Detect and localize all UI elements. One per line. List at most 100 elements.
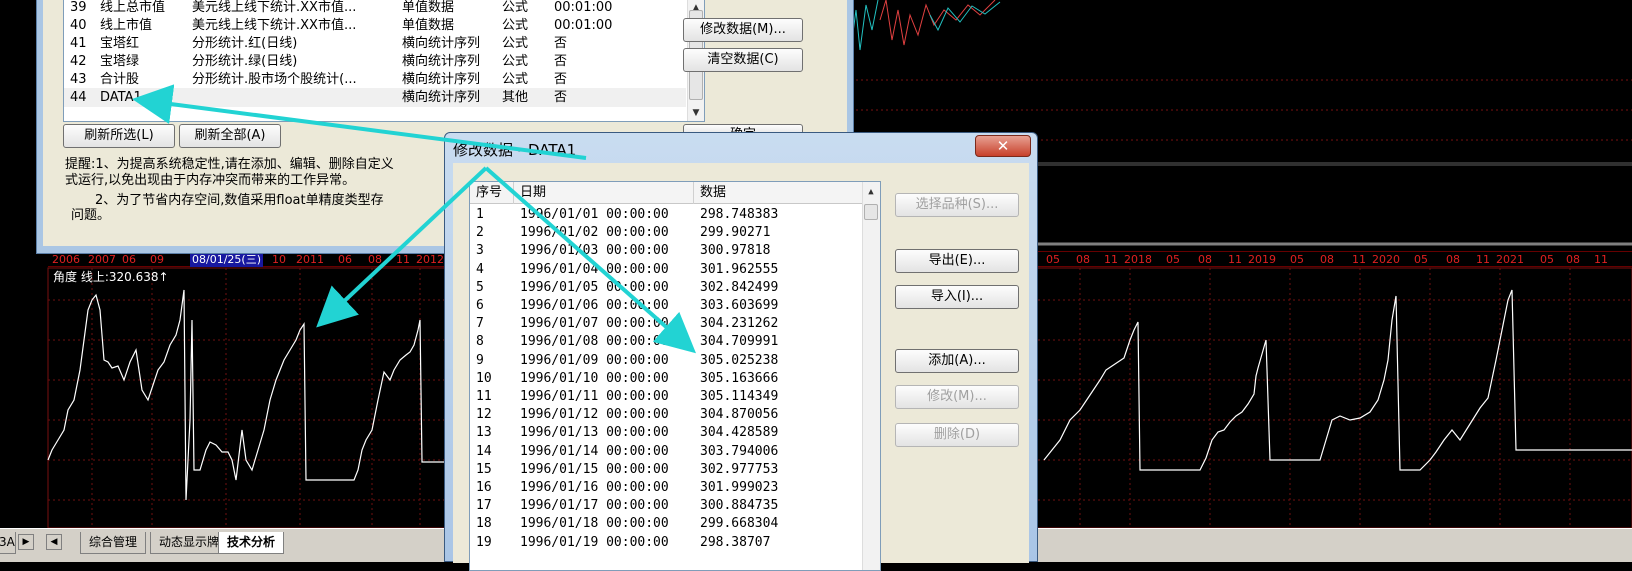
- list-item[interactable]: 44 DATA1 横向统计序列 其他 否: [64, 88, 686, 107]
- refresh-selected-button[interactable]: 刷新所选(L): [63, 124, 175, 148]
- list-cell-src: 其他: [502, 90, 529, 105]
- add-button[interactable]: 添加(A)...: [895, 349, 1019, 373]
- list-item[interactable]: 41 宝塔红 分形统计.红(日线) 横向统计序列 公式 否: [64, 34, 686, 53]
- tab-scroll-right-icon[interactable]: ▶: [18, 534, 34, 550]
- time-axis-label: 05: [1166, 253, 1180, 266]
- import-button[interactable]: 导入(I)...: [895, 285, 1019, 309]
- list-cell-formula: 分形统计.股市场个股统计(...: [192, 72, 357, 87]
- time-axis-label: 2012: [416, 253, 444, 266]
- cell-date: 1996/01/05 00:00:00: [520, 279, 669, 295]
- cell-date: 1996/01/17 00:00:00: [520, 498, 669, 514]
- add-label: 添加(A)...: [928, 353, 986, 368]
- indicator-readout: 角度 线上:320.638↑: [53, 270, 169, 284]
- list-item[interactable]: 40 线上市值 美元线上线下统计.XX市值... 单值数据 公式 00:01:00: [64, 16, 686, 35]
- table-row[interactable]: 8 1996/01/08 00:00:00 304.709991: [470, 333, 864, 351]
- list-cell-no: 40: [70, 18, 87, 33]
- tab-scroll-left-icon[interactable]: ◀: [46, 534, 62, 550]
- cell-date: 1996/01/14 00:00:00: [520, 443, 669, 459]
- custom-data-list[interactable]: ▲ ▼ 39 线上总市值 美元线上线下统计.XX市值... 单值数据 公式 00:01:0…: [63, 0, 705, 122]
- list-cell-src: 公式: [502, 36, 529, 51]
- list-cell-type: 横向统计序列: [402, 54, 481, 69]
- list-cell-formula: 美元线上线下统计.XX市值...: [192, 18, 357, 33]
- cell-no: 1: [476, 207, 484, 222]
- clear-data-button[interactable]: 清空数据(C): [683, 48, 803, 72]
- time-axis-label: 2021: [1496, 253, 1524, 266]
- list-cell-formula: 分形统计.红(日线): [192, 36, 298, 51]
- cell-no: 13: [476, 425, 492, 441]
- table-row[interactable]: 3 1996/01/03 00:00:00 300.97818: [470, 242, 864, 260]
- table-row[interactable]: 12 1996/01/12 00:00:00 304.870056: [470, 406, 864, 424]
- column-header-no[interactable]: 序号: [470, 182, 514, 204]
- list-cell-type: 横向统计序列: [402, 72, 481, 87]
- table-row[interactable]: 6 1996/01/06 00:00:00 303.603699: [470, 297, 864, 315]
- cell-value: 305.025238: [700, 352, 779, 368]
- time-axis-label: 11: [1476, 253, 1490, 266]
- tab-stub[interactable]: 3A: [0, 532, 16, 554]
- cell-date: 1996/01/16 00:00:00: [520, 480, 669, 495]
- tab-technical-analysis[interactable]: 技术分析: [218, 532, 285, 554]
- scroll-down-icon[interactable]: ▼: [688, 105, 704, 121]
- table-row[interactable]: 19 1996/01/19 00:00:00 298.38707: [470, 534, 864, 552]
- grid-header: 序号 日期 数据: [470, 182, 864, 204]
- scroll-up-icon[interactable]: ▲: [863, 184, 879, 200]
- list-item[interactable]: 43 合计股 分形统计.股市场个股统计(... 横向统计序列 公式 否: [64, 70, 686, 89]
- list-cell-time: 00:01:00: [554, 18, 613, 33]
- table-row[interactable]: 14 1996/01/14 00:00:00 303.794006: [470, 443, 864, 461]
- cell-date: 1996/01/18 00:00:00: [520, 516, 669, 532]
- cell-no: 12: [476, 407, 492, 423]
- table-row[interactable]: 11 1996/01/11 00:00:00 305.114349: [470, 388, 864, 406]
- table-row[interactable]: 7 1996/01/07 00:00:00 304.231262: [470, 315, 864, 333]
- time-axis-label: 2007: [88, 253, 116, 266]
- table-row[interactable]: 17 1996/01/17 00:00:00 300.884735: [470, 497, 864, 515]
- top-grid: [856, 79, 1632, 141]
- table-row[interactable]: 4 1996/01/04 00:00:00 301.962555: [470, 261, 864, 279]
- column-header-date[interactable]: 日期: [514, 182, 694, 204]
- scroll-thumb[interactable]: [864, 204, 878, 220]
- refresh-all-button[interactable]: 刷新全部(A): [179, 124, 281, 148]
- tab-dynamic-board[interactable]: 动态显示牌: [150, 532, 229, 554]
- table-row[interactable]: 10 1996/01/10 00:00:00 305.163666: [470, 370, 864, 388]
- table-row[interactable]: 2 1996/01/02 00:00:00 299.90271: [470, 224, 864, 242]
- cell-no: 14: [476, 443, 492, 459]
- note-line-2: 式运行,以免出现由于内存冲突而带来的工作异常。: [65, 173, 356, 188]
- data-grid[interactable]: 序号 日期 数据 ▲ 1 1996/01/01 00:00:00 298.74838…: [469, 181, 881, 571]
- delete-button[interactable]: 删除(D): [895, 423, 1019, 447]
- time-axis-label: 05: [1290, 253, 1304, 266]
- cell-no: 11: [476, 389, 492, 404]
- table-row[interactable]: 1 1996/01/01 00:00:00 298.748383: [470, 206, 864, 224]
- cell-value: 299.668304: [700, 516, 779, 532]
- list-cell-time: 否: [554, 72, 568, 87]
- tab-overview[interactable]: 综合管理: [80, 532, 147, 554]
- modify-data-dialog: 修改数据 - DATA1 ✕ 序号 日期 数据 ▲ 1 1996/01/01 00…: [444, 132, 1038, 571]
- note-line-4: 问题。: [71, 208, 111, 223]
- time-axis-label: 2020: [1372, 253, 1400, 266]
- cell-no: 9: [476, 352, 484, 368]
- table-row[interactable]: 9 1996/01/09 00:00:00 305.025238: [470, 352, 864, 370]
- grid-scrollbar[interactable]: ▲: [862, 182, 880, 570]
- list-cell-no: 42: [70, 54, 87, 69]
- list-item[interactable]: 39 线上总市值 美元线上线下统计.XX市值... 单值数据 公式 00:01:00: [64, 0, 686, 17]
- indicator-line-left: [47, 289, 446, 501]
- time-axis-label: 06: [122, 253, 136, 266]
- time-axis-label: 11: [1104, 253, 1118, 266]
- time-axis-label: 08: [1446, 253, 1460, 266]
- modify-data-button[interactable]: 修改数据(M)...: [683, 18, 803, 42]
- table-row[interactable]: 13 1996/01/13 00:00:00 304.428589: [470, 424, 864, 442]
- dialog-title: 修改数据 - DATA1: [453, 141, 577, 159]
- select-instrument-button[interactable]: 选择品种(S)...: [895, 193, 1019, 217]
- table-row[interactable]: 15 1996/01/15 00:00:00 302.977753: [470, 461, 864, 479]
- time-axis-label: 10: [272, 253, 286, 266]
- cell-date: 1996/01/11 00:00:00: [520, 389, 669, 404]
- list-cell-src: 公式: [502, 18, 529, 33]
- table-row[interactable]: 5 1996/01/05 00:00:00 302.842499: [470, 279, 864, 297]
- list-item[interactable]: 42 宝塔绿 分形统计.绿(日线) 横向统计序列 公式 否: [64, 52, 686, 71]
- modify-button[interactable]: 修改(M)...: [895, 385, 1019, 409]
- cell-no: 17: [476, 498, 492, 514]
- table-row[interactable]: 18 1996/01/18 00:00:00 299.668304: [470, 515, 864, 533]
- column-header-value[interactable]: 数据: [694, 182, 864, 204]
- table-row[interactable]: 16 1996/01/16 00:00:00 301.999023: [470, 479, 864, 497]
- list-cell-name: 宝塔红: [100, 36, 140, 51]
- export-button[interactable]: 导出(E)...: [895, 249, 1019, 273]
- cell-no: 16: [476, 480, 492, 495]
- close-icon[interactable]: ✕: [975, 135, 1031, 157]
